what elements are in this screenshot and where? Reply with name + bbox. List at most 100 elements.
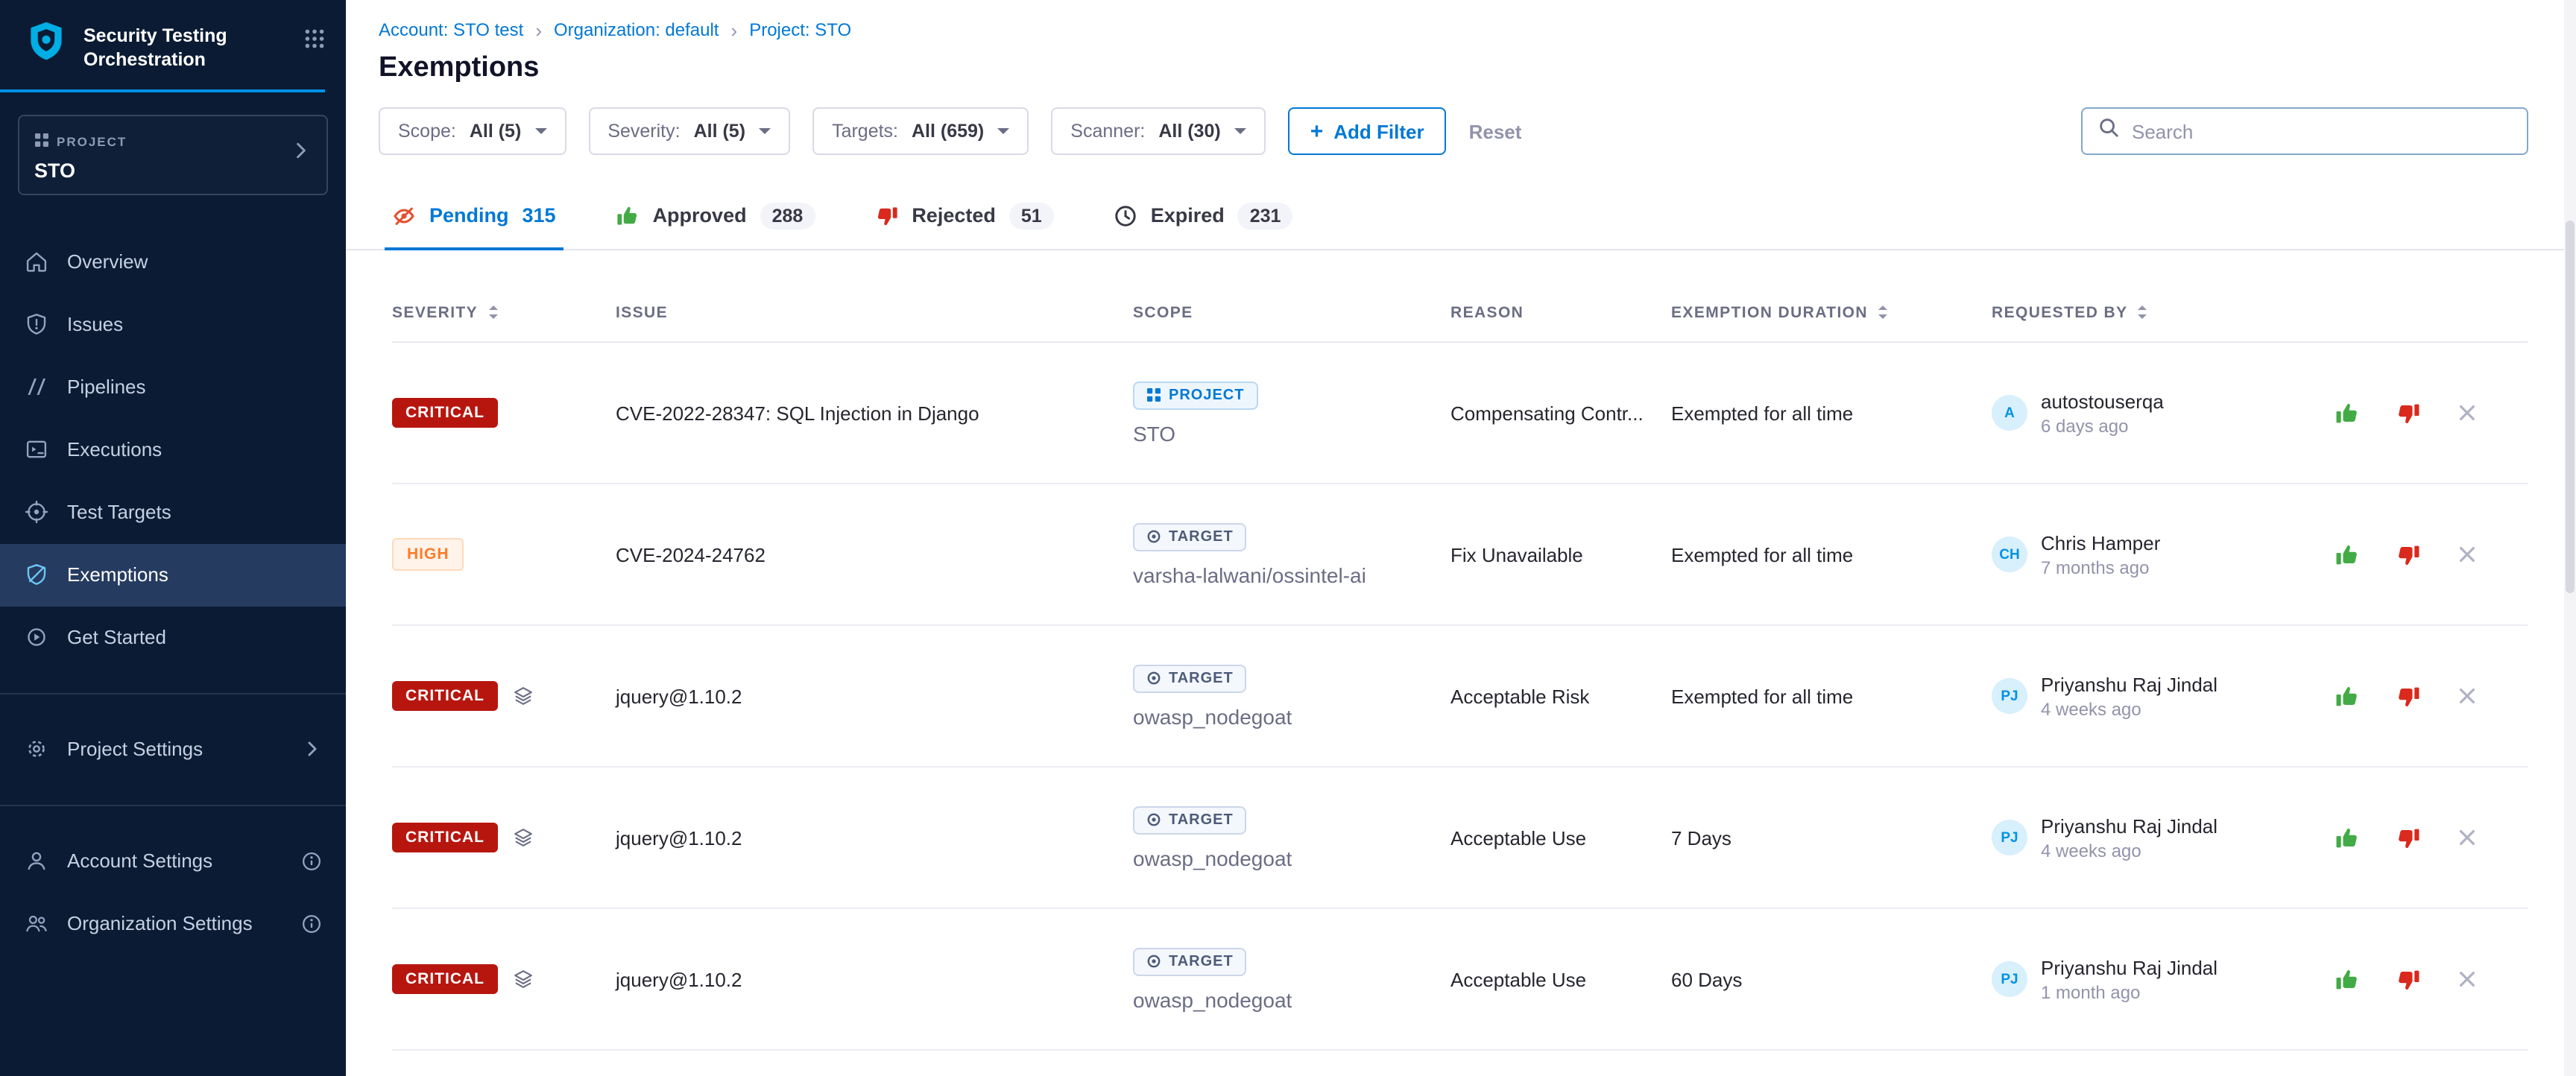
column-header-severity[interactable]: SEVERITY [392,303,616,321]
app-title: Security Testing Orchestration [83,19,256,72]
main-content: Account: STO test › Organization: defaul… [346,0,2576,1076]
sort-icon[interactable] [1878,306,1887,319]
sort-icon[interactable] [2138,306,2147,319]
table-row[interactable]: CRITICAL jquery@1.10.2 TARGET owasp_node… [392,626,2528,768]
duration-text: Exempted for all time [1671,685,1853,707]
approve-button[interactable] [2334,966,2360,992]
sto-module-logo-icon [24,19,69,72]
approve-button[interactable] [2334,542,2360,567]
scrollbar-thumb[interactable] [2566,221,2575,593]
sidebar-header: Security Testing Orchestration [0,0,346,92]
reject-button[interactable] [2396,966,2421,992]
column-header-exemption-duration[interactable]: EXEMPTION DURATION [1671,303,1992,321]
chevron-down-icon [1234,128,1246,134]
module-switcher-grid-icon[interactable] [304,28,325,57]
sidebar-item-label: Account Settings [67,849,212,872]
sidebar-item-overview[interactable]: Overview [0,230,346,293]
sidebar-item-exemptions[interactable]: Exemptions [0,543,346,606]
info-icon[interactable] [301,913,322,934]
close-icon [2457,827,2478,848]
column-header-requested-by[interactable]: REQUESTED BY [1992,303,2329,321]
table-row[interactable]: CRITICAL jquery@1.10.2 TARGET owasp_node… [392,768,2528,909]
reject-button[interactable] [2396,400,2421,425]
targets-filter-dropdown[interactable]: Targets: All (659) [812,107,1029,155]
table-row[interactable]: CRITICAL jquery@1.10.2 TARGET owasp_node… [392,909,2528,1051]
tab-rejected[interactable]: Rejected 51 [874,182,1053,249]
tab-expired[interactable]: Expired 231 [1114,182,1293,249]
cancel-button[interactable] [2457,827,2478,848]
sidebar-item-organization-settings[interactable]: Organization Settings [0,892,346,955]
reject-button[interactable] [2396,825,2421,850]
project-selector[interactable]: PROJECT STO [18,114,328,194]
approve-button[interactable] [2334,683,2360,709]
tab-count: 288 [760,202,815,229]
project-selector-value: STO [34,159,127,181]
reset-filters-button[interactable]: Reset [1469,120,1522,142]
chevron-down-icon [534,128,546,134]
scanner-filter-dropdown[interactable]: Scanner: All (30) [1051,107,1265,155]
module-accent-underline [0,89,325,92]
sidebar-item-label: Project Settings [67,738,203,760]
filter-label: Targets: [832,121,898,142]
sidebar-item-label: Test Targets [67,501,171,523]
search-input[interactable] [2132,120,2512,142]
layers-icon [513,827,534,848]
plus-icon: + [1310,120,1324,142]
sidebar-item-label: Pipelines [67,376,146,398]
add-filter-button[interactable]: + Add Filter [1288,107,1447,155]
breadcrumb-account-link[interactable]: Account: STO test [379,19,523,40]
scope-filter-dropdown[interactable]: Scope: All (5) [379,107,566,155]
reason-text: Acceptable Risk [1450,685,1589,707]
home-icon [24,249,49,274]
sidebar-item-project-settings[interactable]: Project Settings [0,718,346,780]
scope-name: STO [1133,421,1175,445]
column-header-scope: SCOPE [1133,303,1450,321]
sidebar-item-executions[interactable]: Executions [0,418,346,481]
breadcrumb-project-link[interactable]: Project: STO [749,19,851,40]
scope-type-badge: PROJECT [1133,381,1257,409]
layers-icon [513,686,534,706]
sidebar-item-get-started[interactable]: Get Started [0,606,346,668]
tab-pending[interactable]: Pending 315 [392,182,556,249]
sidebar-item-label: Executions [67,438,162,461]
exemptions-table: SEVERITY ISSUE SCOPE REASON EXEMPTION DU… [346,283,2576,1051]
scope-type-badge: TARGET [1133,947,1247,975]
approve-button[interactable] [2334,825,2360,850]
target-icon [1146,529,1161,544]
sort-icon[interactable] [488,306,497,319]
sidebar-item-test-targets[interactable]: Test Targets [0,481,346,543]
severity-filter-dropdown[interactable]: Severity: All (5) [588,107,790,155]
breadcrumb: Account: STO test › Organization: defaul… [379,19,2528,40]
sidebar-divider [0,804,346,806]
page-header: Account: STO test › Organization: defaul… [346,0,2576,85]
breadcrumb-organization-link[interactable]: Organization: default [554,19,719,40]
tab-approved[interactable]: Approved 288 [616,182,815,249]
close-icon [2457,969,2478,990]
thumbs-up-icon [616,203,640,227]
reject-button[interactable] [2396,683,2421,709]
cancel-button[interactable] [2457,686,2478,706]
sidebar-item-pipelines[interactable]: Pipelines [0,355,346,418]
cancel-button[interactable] [2457,402,2478,423]
search-icon [2097,116,2120,146]
filter-label: Scanner: [1070,121,1145,142]
thumbs-down-icon [2396,825,2421,850]
table-row[interactable]: HIGH CVE-2024-24762 TARGET varsha-lalwan… [392,484,2528,626]
scope-name: owasp_nodegoat [1133,846,1292,870]
info-icon[interactable] [301,850,322,871]
cancel-button[interactable] [2457,544,2478,565]
sidebar-item-label: Exemptions [67,563,168,586]
sidebar-item-account-settings[interactable]: Account Settings [0,829,346,892]
chevron-down-icon [759,128,771,134]
cancel-button[interactable] [2457,969,2478,990]
requested-time: 6 days ago [2041,415,2164,436]
table-row[interactable]: CRITICAL CVE-2022-28347: SQL Injection i… [392,343,2528,484]
project-selector-label: PROJECT [57,133,127,148]
sidebar-item-issues[interactable]: Issues [0,293,346,355]
approve-button[interactable] [2334,400,2360,425]
tab-count: 231 [1238,202,1293,229]
breadcrumb-separator: › [731,20,738,39]
app-window: Security Testing Orchestration PROJECT [0,0,2576,1076]
reject-button[interactable] [2396,542,2421,567]
shield-alert-icon [24,311,49,337]
